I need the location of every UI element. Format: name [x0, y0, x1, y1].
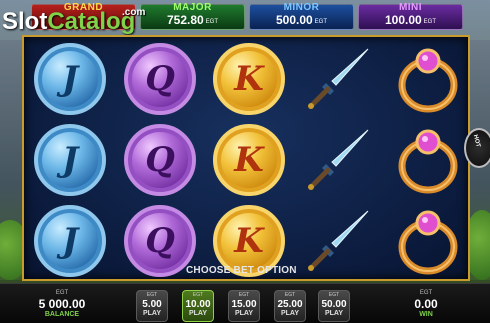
symbol-dagger [302, 205, 374, 277]
bet-currency: EGT [238, 292, 250, 298]
coin-j-icon: J [34, 205, 106, 277]
dagger-icon [308, 129, 369, 190]
symbol-q: Q [124, 43, 196, 115]
jackpot-mini-currency: EGT [423, 19, 437, 25]
ring-icon [398, 129, 458, 194]
coin-j-icon: J [34, 124, 106, 196]
bet-button-10[interactable]: EGT 10.00 PLAY [182, 290, 214, 322]
bet-amount: 50.00 [321, 299, 347, 310]
bet-currency: EGT [284, 292, 296, 298]
bet-play-label: PLAY [280, 310, 300, 317]
bet-currency: EGT [328, 292, 340, 298]
symbol-q: Q [124, 124, 196, 196]
win-display: EGT 0.00 WIN [406, 290, 446, 318]
symbol-ring [392, 43, 464, 115]
balance-label: BALANCE [44, 311, 80, 318]
bet-play-label: PLAY [324, 310, 344, 317]
coin-q-icon: Q [124, 124, 196, 196]
reel-1: J J J [28, 43, 112, 279]
bet-amount: 15.00 [231, 299, 257, 310]
win-currency: EGT [419, 290, 433, 296]
bottom-bar: EGT 5 000.00 BALANCE EGT 5.00 PLAY EGT 1… [0, 283, 490, 323]
jackpot-mini-value: 100.00 [384, 13, 422, 27]
bet-button-5[interactable]: EGT 5.00 PLAY [136, 290, 168, 322]
balance-currency: EGT [55, 290, 69, 296]
symbol-j: J [34, 205, 106, 277]
watermark-suffix: .com [122, 7, 146, 18]
symbol-k: K [213, 43, 285, 115]
reel-3: K K K [207, 43, 291, 279]
jackpot-minor: MINOR 500.00 EGT [249, 2, 354, 30]
choose-bet-prompt: CHOOSE BET OPTION [186, 265, 297, 276]
balance-value: 5 000.00 [38, 297, 86, 311]
jackpot-major-title: MAJOR [173, 2, 212, 13]
jackpot-minor-value: 500.00 [275, 13, 313, 27]
jackpot-mini-title: MINI [398, 2, 423, 13]
watermark-logo: SlotCatalog [2, 8, 135, 36]
side-badge[interactable]: HOT [464, 128, 490, 168]
ring-icon [398, 210, 458, 275]
bet-currency: EGT [192, 292, 204, 298]
balance-display: EGT 5 000.00 BALANCE [32, 290, 92, 318]
bet-button-25[interactable]: EGT 25.00 PLAY [274, 290, 306, 322]
coin-q-icon: Q [124, 43, 196, 115]
reel-2: Q Q Q [118, 43, 202, 279]
bet-amount: 5.00 [142, 299, 162, 310]
reel-4 [296, 43, 380, 279]
jackpot-minor-title: MINOR [283, 2, 320, 13]
symbol-j: J [34, 124, 106, 196]
symbol-ring [392, 205, 464, 277]
jackpot-major: MAJOR 752.80 EGT [140, 2, 245, 30]
ring-icon [398, 48, 458, 113]
dagger-icon [308, 48, 369, 109]
jackpot-major-currency: EGT [205, 19, 219, 25]
bet-button-50[interactable]: EGT 50.00 PLAY [318, 290, 350, 322]
jackpot-major-value: 752.80 [166, 13, 204, 27]
symbol-ring [392, 124, 464, 196]
jackpot-minor-currency: EGT [314, 19, 328, 25]
coin-k-icon: K [213, 43, 285, 115]
win-label: WIN [419, 311, 433, 318]
symbol-dagger [302, 43, 374, 115]
jackpot-mini: MINI 100.00 EGT [358, 2, 463, 30]
win-value: 0.00 [414, 297, 438, 311]
symbol-dagger [302, 124, 374, 196]
bet-play-label: PLAY [188, 310, 208, 317]
bet-amount: 25.00 [277, 299, 303, 310]
symbol-k: K [213, 124, 285, 196]
reel-5 [386, 43, 470, 279]
bet-play-label: PLAY [142, 310, 162, 317]
bet-currency: EGT [146, 292, 158, 298]
side-badge-text: HOT [471, 134, 481, 148]
watermark-main: Slot [2, 8, 48, 35]
reel-area: J J J Q Q Q K K K [22, 35, 470, 281]
symbol-j: J [34, 43, 106, 115]
coin-j-icon: J [34, 43, 106, 115]
bet-play-label: PLAY [234, 310, 254, 317]
coin-k-icon: K [213, 124, 285, 196]
dagger-icon [308, 210, 369, 271]
bet-amount: 10.00 [185, 299, 211, 310]
bet-button-15[interactable]: EGT 15.00 PLAY [228, 290, 260, 322]
